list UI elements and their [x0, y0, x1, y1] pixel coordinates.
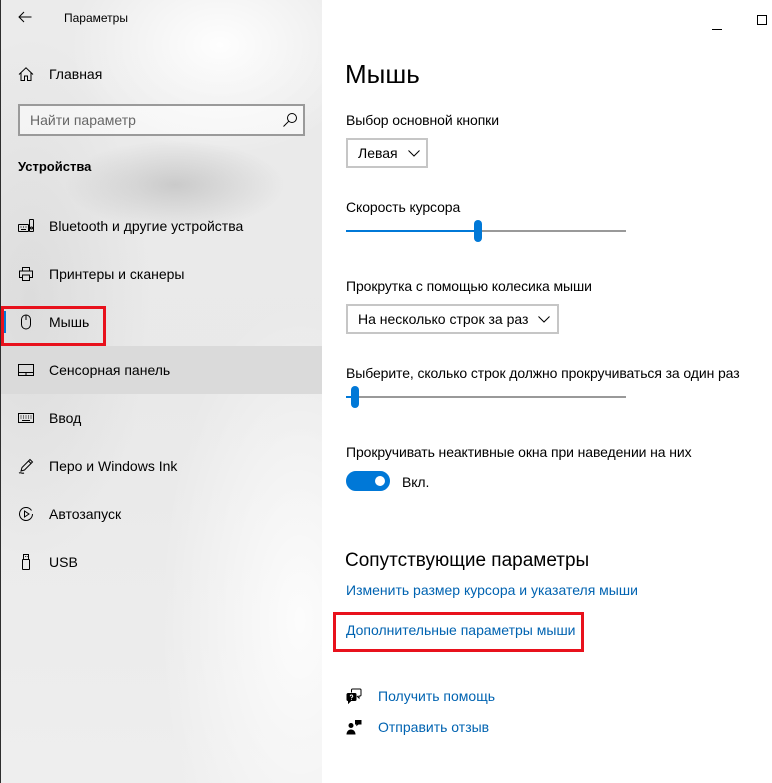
pen-icon: [18, 458, 34, 474]
sidebar-item-label: Сенсорная панель: [49, 362, 171, 378]
link-cursor-size[interactable]: Изменить размер курсора и указателя мыши: [346, 580, 638, 600]
toggle-state-label: Вкл.: [402, 474, 430, 490]
autoplay-icon: [18, 506, 34, 522]
back-arrow-icon: [17, 9, 33, 25]
sidebar-item-bluetooth[interactable]: Bluetooth и другие устройства: [0, 202, 322, 250]
bluetooth-devices-icon: [18, 218, 34, 234]
sidebar-item-label: Ввод: [49, 410, 82, 426]
cursor-speed-label: Скорость курсора: [346, 199, 461, 215]
page-title: Мышь: [345, 59, 420, 89]
primary-button-dropdown[interactable]: Левая: [346, 138, 428, 168]
selection-indicator: [2, 311, 6, 333]
sidebar-item-home[interactable]: Главная: [0, 50, 322, 98]
search-icon[interactable]: [282, 112, 298, 128]
maximize-icon: [757, 12, 767, 30]
app-title: Параметры: [64, 11, 128, 25]
sidebar-item-label: Автозапуск: [49, 506, 122, 522]
sidebar-item-touchpad[interactable]: Сенсорная панель: [0, 346, 322, 394]
window-edge: [0, 0, 1, 783]
scroll-lines-label: Выберите, сколько строк должно прокручив…: [346, 365, 740, 381]
chevron-down-icon: [538, 315, 551, 323]
inactive-scroll-label: Прокручивать неактивные окна при наведен…: [346, 444, 692, 460]
main-content: Мышь Выбор основной кнопки Левая Скорост…: [322, 0, 772, 783]
sidebar-item-mouse[interactable]: Мышь: [0, 298, 322, 346]
section-title: Устройства: [18, 159, 92, 174]
mouse-icon: [18, 314, 34, 330]
sidebar-item-label: Главная: [49, 66, 103, 82]
usb-icon: [18, 554, 34, 570]
toggle-knob: [375, 476, 385, 486]
sidebar-item-label: Bluetooth и другие устройства: [49, 218, 244, 234]
search-box[interactable]: [18, 104, 305, 136]
minimize-button[interactable]: [694, 0, 740, 34]
sidebar: Параметры Главная Устройства Bluetooth и…: [0, 0, 322, 783]
sidebar-item-label: USB: [49, 554, 78, 570]
slider-fill: [346, 230, 478, 232]
cursor-speed-slider[interactable]: [346, 220, 626, 242]
printer-icon: [18, 266, 34, 282]
touchpad-icon: [18, 362, 34, 378]
chevron-down-icon: [407, 149, 420, 157]
back-button[interactable]: [9, 1, 41, 33]
minimize-icon: [712, 17, 722, 35]
sidebar-item-label: Принтеры и сканеры: [49, 266, 185, 282]
sidebar-item-autoplay[interactable]: Автозапуск: [0, 490, 322, 538]
primary-button-label: Выбор основной кнопки: [346, 112, 499, 128]
help-icon: [346, 688, 362, 704]
inactive-scroll-toggle[interactable]: [346, 471, 390, 491]
sidebar-item-pen[interactable]: Перо и Windows Ink: [0, 442, 322, 490]
home-icon: [18, 66, 34, 82]
slider-thumb[interactable]: [473, 220, 482, 242]
send-feedback-link[interactable]: Отправить отзыв: [378, 717, 489, 737]
link-additional-mouse-options[interactable]: Дополнительные параметры мыши: [346, 620, 576, 640]
sidebar-item-label: Мышь: [49, 314, 90, 330]
scroll-lines-slider[interactable]: [346, 386, 626, 408]
keyboard-icon: [18, 410, 34, 426]
sidebar-item-usb[interactable]: USB: [0, 538, 322, 586]
slider-track: [346, 396, 626, 398]
slider-thumb[interactable]: [351, 386, 360, 408]
search-input[interactable]: [20, 106, 282, 134]
sidebar-item-input[interactable]: Ввод: [0, 394, 322, 442]
feedback-icon: [346, 719, 362, 735]
related-settings-title: Сопутствующие параметры: [345, 550, 590, 571]
wheel-scroll-label: Прокрутка с помощью колесика мыши: [346, 278, 592, 294]
sidebar-item-printers[interactable]: Принтеры и сканеры: [0, 250, 322, 298]
wheel-scroll-dropdown[interactable]: На несколько строк за раз: [346, 304, 559, 334]
maximize-button[interactable]: [740, 0, 772, 34]
get-help-link[interactable]: Получить помощь: [378, 686, 495, 706]
dropdown-value: Левая: [358, 145, 398, 161]
dropdown-value: На несколько строк за раз: [358, 311, 529, 327]
sidebar-item-label: Перо и Windows Ink: [49, 458, 178, 474]
